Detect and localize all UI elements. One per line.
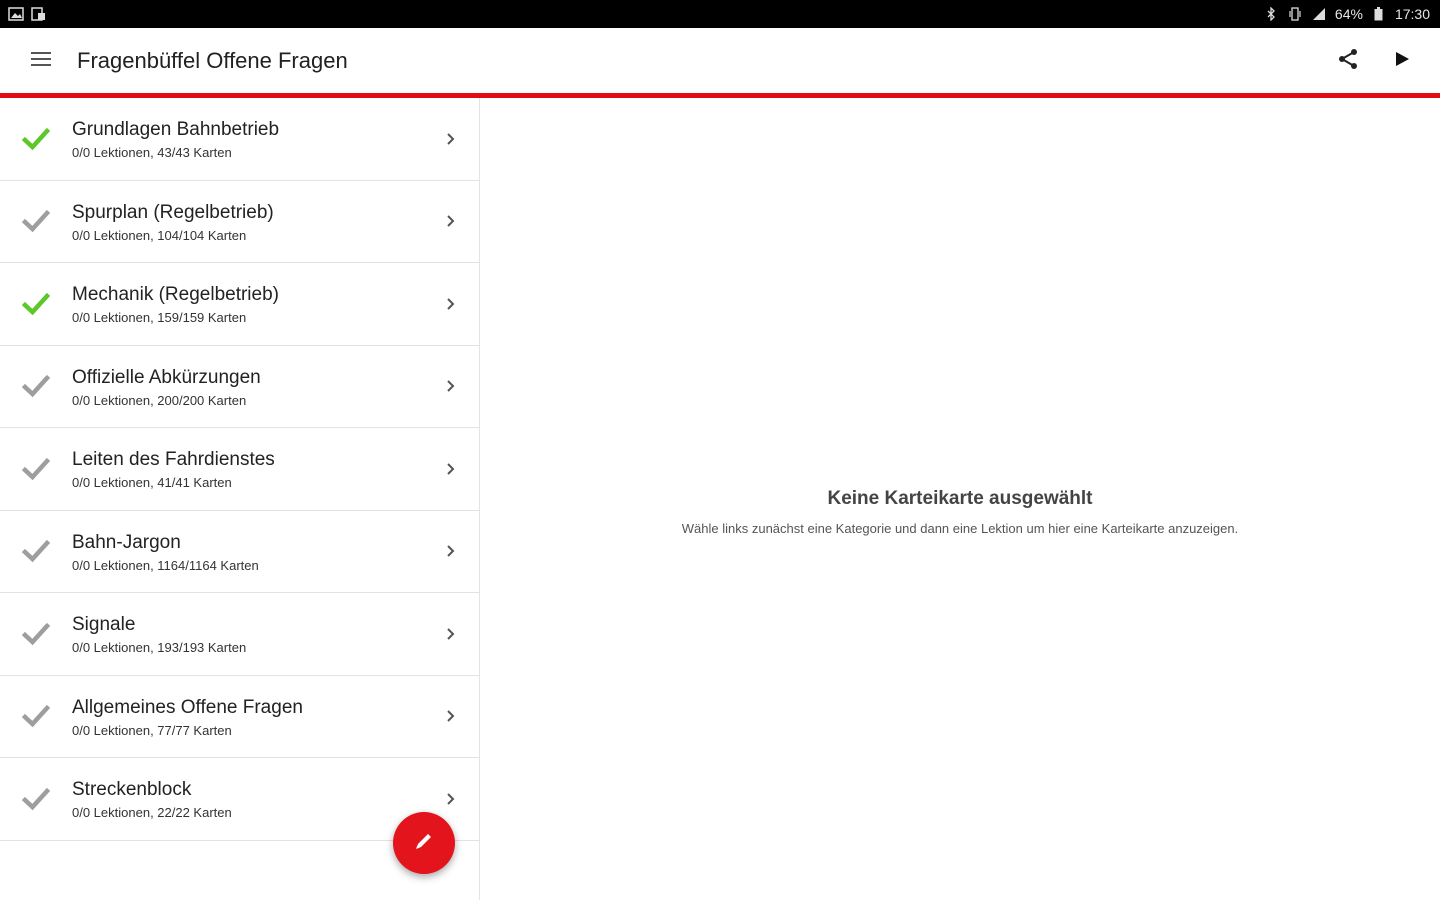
battery-icon — [1371, 7, 1387, 21]
clock: 17:30 — [1394, 6, 1430, 22]
play-icon — [1393, 50, 1411, 73]
checkmark-icon — [21, 210, 51, 233]
list-item-title: Allgemeines Offene Fragen — [72, 696, 303, 718]
list-item-text: Leiten des Fahrdienstes 0/0 Lektionen, 4… — [72, 448, 275, 490]
list-item-text: Spurplan (Regelbetrieb) 0/0 Lektionen, 1… — [72, 201, 274, 243]
edit-fab-button[interactable] — [393, 812, 455, 874]
app-title: Fragenbüffel Offene Fragen — [77, 48, 348, 73]
menu-button[interactable] — [21, 41, 61, 81]
list-item-subtitle: 0/0 Lektionen, 43/43 Karten — [72, 145, 232, 160]
list-item-subtitle: 0/0 Lektionen, 200/200 Karten — [72, 392, 247, 408]
status-bar: 64% 17:30 — [0, 0, 1440, 28]
bluetooth-icon — [1263, 7, 1279, 21]
list-item-subtitle: 0/0 Lektionen, 104/104 Karten — [72, 227, 247, 243]
status-bar-left — [8, 7, 46, 21]
chevron-right-icon — [447, 463, 455, 475]
list-item-subtitle: 0/0 Lektionen, 22/22 Karten — [72, 805, 232, 820]
list-item-title: Streckenblock — [72, 779, 192, 800]
checkmark-icon — [21, 622, 51, 645]
list-item-title: Spurplan (Regelbetrieb) — [72, 201, 274, 223]
battery-percent: 64% — [1334, 6, 1363, 22]
pencil-icon — [413, 830, 435, 857]
share-icon — [1336, 47, 1360, 76]
checkmark-icon — [21, 292, 51, 315]
checkmark-icon — [21, 457, 51, 480]
empty-state-message: Wähle links zunächst eine Kategorie und … — [681, 521, 1239, 536]
list-item-subtitle: 0/0 Lektionen, 1164/1164 Karten — [72, 557, 259, 573]
list-item-text: Streckenblock 0/0 Lektionen, 22/22 Karte… — [72, 778, 232, 820]
status-bar-right: 64% 17:30 — [1263, 6, 1430, 22]
checkmark-icon — [21, 540, 51, 563]
checkmark-icon — [21, 705, 51, 728]
chevron-right-icon — [447, 628, 455, 640]
list-item[interactable]: Spurplan (Regelbetrieb) 0/0 Lektionen, 1… — [0, 181, 479, 263]
screenshot-notification-icon — [30, 7, 46, 21]
list-item-title: Leiten des Fahrdienstes — [72, 449, 275, 470]
chevron-right-icon — [447, 545, 455, 557]
list-item[interactable]: Allgemeines Offene Fragen 0/0 Lektionen,… — [0, 676, 479, 758]
list-item-text: Signale 0/0 Lektionen, 193/193 Karten — [72, 613, 246, 655]
list-item[interactable]: Signale 0/0 Lektionen, 193/193 Karten — [0, 593, 479, 676]
list-item-subtitle: 0/0 Lektionen, 41/41 Karten — [72, 475, 232, 490]
list-item-text: Grundlagen Bahnbetrieb 0/0 Lektionen, 43… — [72, 118, 279, 160]
list-item-text: Allgemeines Offene Fragen 0/0 Lektionen,… — [72, 696, 303, 738]
list-item[interactable]: Bahn-Jargon 0/0 Lektionen, 1164/1164 Kar… — [0, 511, 479, 593]
list-item-text: Bahn-Jargon 0/0 Lektionen, 1164/1164 Kar… — [72, 531, 259, 573]
list-item[interactable]: Offizielle Abkürzungen 0/0 Lektionen, 20… — [0, 346, 479, 428]
list-item-title: Bahn-Jargon — [72, 531, 181, 553]
list-item-title: Signale — [72, 614, 136, 635]
list-item-subtitle: 0/0 Lektionen, 77/77 Karten — [72, 722, 232, 738]
vibrate-icon — [1287, 7, 1303, 21]
category-list: Grundlagen Bahnbetrieb 0/0 Lektionen, 43… — [0, 98, 480, 900]
list-item-subtitle: 0/0 Lektionen, 159/159 Karten — [72, 310, 247, 325]
hamburger-menu-icon — [30, 50, 52, 73]
chevron-right-icon — [447, 215, 455, 227]
share-button[interactable] — [1328, 41, 1368, 81]
checkmark-icon — [21, 127, 51, 150]
chevron-right-icon — [447, 793, 455, 805]
chevron-right-icon — [447, 380, 455, 392]
checkmark-icon — [21, 375, 51, 398]
gallery-notification-icon — [8, 7, 24, 21]
empty-state-title: Keine Karteikarte ausgewählt — [827, 488, 1093, 509]
chevron-right-icon — [447, 710, 455, 722]
list-item-text: Offizielle Abkürzungen 0/0 Lektionen, 20… — [72, 366, 261, 408]
list-item[interactable]: Grundlagen Bahnbetrieb 0/0 Lektionen, 43… — [0, 98, 479, 181]
signal-icon — [1311, 7, 1327, 21]
list-item-title: Mechanik (Regelbetrieb) — [72, 284, 279, 305]
app-bar-actions — [1328, 41, 1422, 81]
list-item[interactable]: Mechanik (Regelbetrieb) 0/0 Lektionen, 1… — [0, 263, 479, 346]
app-bar: Fragenbüffel Offene Fragen — [0, 28, 1440, 94]
list-item-subtitle: 0/0 Lektionen, 193/193 Karten — [72, 640, 247, 655]
checkmark-icon — [21, 787, 51, 810]
play-button[interactable] — [1382, 41, 1422, 81]
chevron-right-icon — [447, 133, 455, 145]
list-item[interactable]: Leiten des Fahrdienstes 0/0 Lektionen, 4… — [0, 428, 479, 511]
list-item-text: Mechanik (Regelbetrieb) 0/0 Lektionen, 1… — [72, 283, 279, 325]
list-item-title: Offizielle Abkürzungen — [72, 366, 261, 388]
list-item-title: Grundlagen Bahnbetrieb — [72, 119, 280, 140]
chevron-right-icon — [447, 298, 455, 310]
